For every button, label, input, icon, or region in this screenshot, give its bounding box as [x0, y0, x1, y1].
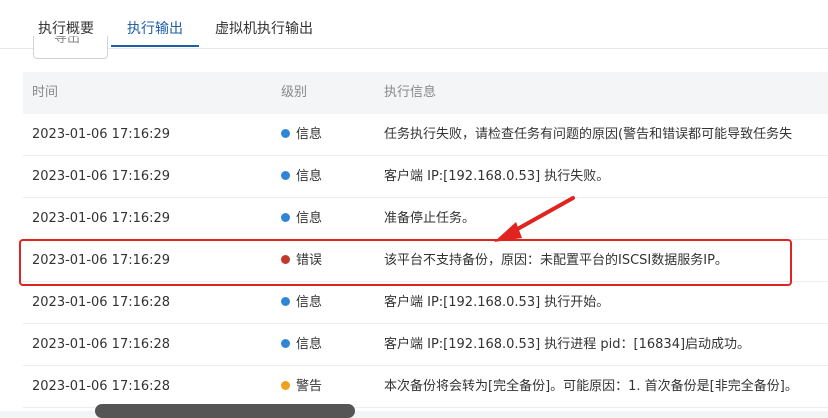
row-time: 2023-01-06 17:16:28 — [32, 337, 171, 352]
row-message: 任务执行失败，请检查任务有问题的原因(警告和错误都可能导致任务失 — [384, 127, 793, 142]
export-button-label: 导出 — [54, 36, 81, 46]
level-status-dot — [281, 171, 290, 180]
row-time: 2023-01-06 17:16:28 — [32, 379, 171, 394]
row-level: 信息 — [281, 198, 322, 239]
table-row: 2023-01-06 17:16:29 错误 该平台不支持备份，原因：未配置平台的I… — [23, 240, 828, 282]
table-row: 2023-01-06 17:16:28 信息 客户端 IP:[192.168.0.5… — [23, 324, 828, 366]
row-level-label: 信息 — [296, 127, 323, 142]
tab-vm-execution-output[interactable]: 虚拟机执行输出 — [215, 17, 313, 41]
row-message: 本次备份将会转为[完全备份]。可能原因：1. 首次备份是[非完全备份]。 — [384, 379, 798, 394]
tab-bar: 执行概要 执行输出 虚拟机执行输出 — [0, 0, 828, 49]
header-time: 时间 — [32, 85, 59, 100]
table-row: 2023-01-06 17:16:29 信息 客户端 IP:[192.168.0.5… — [23, 156, 828, 198]
header-level: 级别 — [281, 85, 308, 100]
header-message: 执行信息 — [384, 85, 437, 100]
active-tab-indicator — [111, 45, 199, 47]
level-status-dot — [281, 255, 290, 264]
row-level: 错误 — [281, 240, 322, 281]
row-message: 准备停止任务。 — [384, 211, 476, 226]
level-status-dot — [281, 213, 290, 222]
row-level: 信息 — [281, 282, 322, 323]
row-time: 2023-01-06 17:16:29 — [32, 211, 171, 226]
row-level-label: 警告 — [296, 379, 323, 394]
row-time: 2023-01-06 17:16:29 — [32, 253, 171, 268]
row-time: 2023-01-06 17:16:29 — [32, 169, 171, 184]
level-status-dot — [281, 297, 290, 306]
execution-panel: 执行概要 执行输出 虚拟机执行输出 导出 时间 级别 执行信息 2023-01-… — [0, 0, 828, 418]
export-button[interactable]: 导出 — [33, 36, 108, 59]
table-header: 时间 级别 执行信息 — [23, 72, 828, 114]
row-level-label: 错误 — [296, 253, 323, 268]
level-status-dot — [281, 381, 290, 390]
row-message: 客户端 IP:[192.168.0.53] 执行失败。 — [384, 169, 610, 184]
row-level-label: 信息 — [296, 337, 323, 352]
level-status-dot — [281, 129, 290, 138]
row-message: 客户端 IP:[192.168.0.53] 执行进程 pid：[16834]启动… — [384, 337, 751, 352]
table-row: 2023-01-06 17:16:29 信息 准备停止任务。 — [23, 198, 828, 240]
row-level-label: 信息 — [296, 211, 323, 226]
table-row: 2023-01-06 17:16:28 警告 本次备份将会转为[完全备份]。可能原因… — [23, 366, 828, 408]
row-message: 该平台不支持备份，原因：未配置平台的ISCSI数据服务IP。 — [384, 253, 728, 268]
row-time: 2023-01-06 17:16:28 — [32, 295, 171, 310]
row-level: 警告 — [281, 366, 322, 407]
row-message: 客户端 IP:[192.168.0.53] 执行开始。 — [384, 295, 610, 310]
row-level: 信息 — [281, 114, 322, 155]
horizontal-scrollbar[interactable] — [95, 404, 355, 418]
row-level-label: 信息 — [296, 295, 323, 310]
tab-execution-output[interactable]: 执行输出 — [127, 17, 183, 41]
row-level: 信息 — [281, 156, 322, 197]
execution-log-table: 时间 级别 执行信息 2023-01-06 17:16:29 信息 任务执行失败，请… — [23, 72, 828, 411]
row-level-label: 信息 — [296, 169, 323, 184]
row-level: 信息 — [281, 324, 322, 365]
row-time: 2023-01-06 17:16:29 — [32, 127, 171, 142]
table-row: 2023-01-06 17:16:28 信息 客户端 IP:[192.168.0.5… — [23, 282, 828, 324]
table-row: 2023-01-06 17:16:29 信息 任务执行失败，请检查任务有问题的原因(… — [23, 114, 828, 156]
level-status-dot — [281, 339, 290, 348]
